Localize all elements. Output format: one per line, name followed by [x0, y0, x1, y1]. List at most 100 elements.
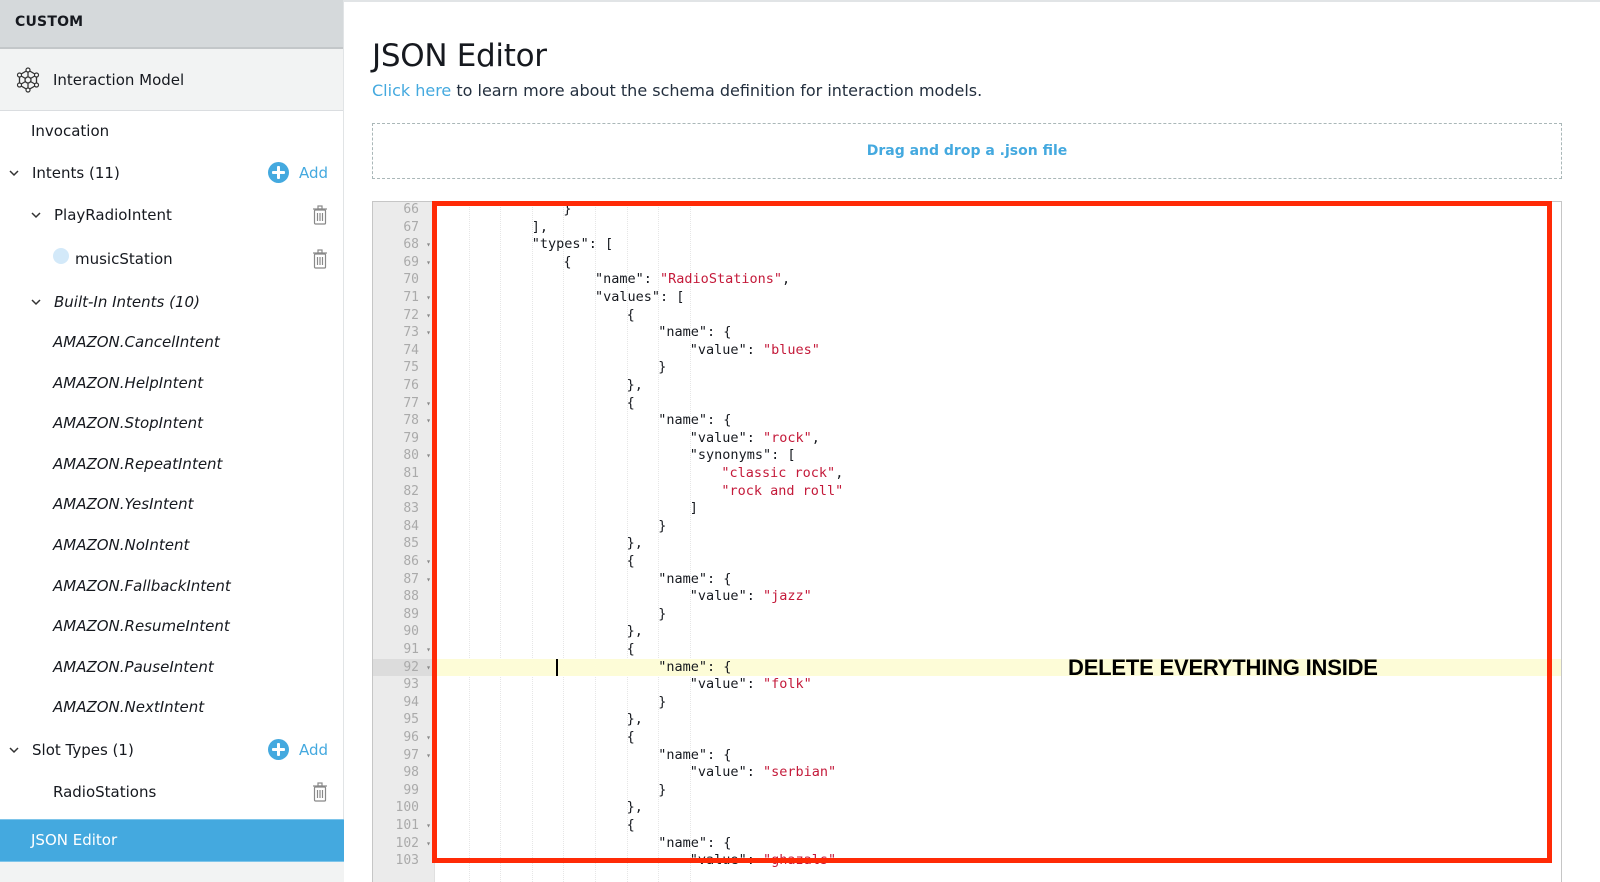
code-token-key: "name" [658, 746, 707, 763]
code-line-content: } [658, 359, 666, 377]
sidebar-item-builtin-intent[interactable]: AMAZON.HelpIntent [0, 372, 344, 394]
fold-toggle-icon[interactable]: ▾ [426, 412, 431, 430]
code-line[interactable]: "name": { [435, 412, 1561, 430]
code-line[interactable]: } [435, 202, 1561, 219]
sidebar-item-builtin-intent[interactable]: AMAZON.FallbackIntent [0, 575, 344, 597]
code-line[interactable]: }, [435, 711, 1561, 729]
fold-toggle-icon[interactable]: ▾ [426, 641, 431, 659]
code-line-content: }, [627, 623, 643, 641]
chevron-down-icon[interactable] [30, 296, 42, 308]
sidebar-item-builtin-intent[interactable]: AMAZON.NextIntent [0, 696, 344, 718]
sidebar-item-json-editor[interactable]: JSON Editor [0, 819, 344, 862]
sidebar-item-builtin-intent[interactable]: AMAZON.RepeatIntent [0, 453, 344, 475]
sidebar-item-builtin-intent[interactable]: AMAZON.NoIntent [0, 534, 344, 556]
code-line[interactable]: }, [435, 535, 1561, 553]
code-line[interactable]: } [435, 518, 1561, 536]
code-line[interactable]: "name": { [435, 571, 1561, 589]
code-line[interactable]: { [435, 641, 1561, 659]
code-line[interactable]: "value": "rock", [435, 430, 1561, 448]
sidebar-item-builtin-intent[interactable]: AMAZON.StopIntent [0, 412, 344, 434]
code-line[interactable]: { [435, 817, 1561, 835]
code-line[interactable]: { [435, 553, 1561, 571]
fold-toggle-icon[interactable]: ▾ [426, 817, 431, 835]
code-line[interactable]: ] [435, 500, 1561, 518]
fold-toggle-icon[interactable]: ▾ [426, 729, 431, 747]
line-number: 102 ▾ [373, 835, 435, 853]
code-line[interactable]: "rock and roll" [435, 483, 1561, 501]
code-line[interactable]: ], [435, 219, 1561, 237]
trash-icon[interactable] [312, 205, 328, 225]
fold-toggle-icon[interactable]: ▾ [426, 447, 431, 465]
code-area[interactable]: }], "types": [{"name": "RadioStations", "v… [435, 202, 1561, 882]
line-number: 97 ▾ [373, 747, 435, 765]
code-line[interactable]: "name": { [435, 835, 1561, 853]
code-line[interactable]: "value": "blues" [435, 342, 1561, 360]
fold-toggle-icon[interactable]: ▾ [426, 835, 431, 853]
code-line[interactable]: { [435, 729, 1561, 747]
json-dropzone[interactable]: Drag and drop a .json file [372, 123, 1562, 179]
code-line[interactable]: "value": "folk" [435, 676, 1561, 694]
sidebar-item-slot-types[interactable]: Slot Types (1) Add [0, 739, 344, 761]
code-line[interactable]: { [435, 395, 1561, 413]
code-line[interactable]: "values": [ [435, 289, 1561, 307]
fold-toggle-icon[interactable]: ▾ [426, 307, 431, 325]
schema-link[interactable]: Click here [372, 81, 451, 100]
line-number-text: 80 [403, 448, 419, 464]
add-slot-type-button[interactable]: Add [268, 739, 328, 760]
sidebar-item-builtin-intent[interactable]: AMAZON.PauseIntent [0, 656, 344, 678]
fold-toggle-icon[interactable]: ▾ [426, 236, 431, 254]
trash-icon[interactable] [312, 782, 328, 802]
code-line[interactable]: "value": "ghazals" [435, 852, 1561, 870]
code-line[interactable]: "value": "serbian" [435, 764, 1561, 782]
code-line-content: } [563, 202, 571, 219]
json-code-editor[interactable]: 66 67 68 ▾ 69 ▾ 70 71 ▾ 72 ▾ 73 ▾ 74 75 76 77 ▾ 78 ▾ 79 80 ▾ 81… [372, 201, 1562, 882]
text-cursor [556, 658, 558, 676]
fold-toggle-icon[interactable]: ▾ [426, 747, 431, 765]
code-line[interactable]: }, [435, 799, 1561, 817]
code-line[interactable]: } [435, 694, 1561, 712]
fold-toggle-icon[interactable]: ▾ [426, 395, 431, 413]
code-line[interactable]: } [435, 782, 1561, 800]
sidebar-item-builtin-intent[interactable]: AMAZON.YesIntent [0, 493, 344, 515]
trash-icon[interactable] [312, 249, 328, 269]
code-line[interactable]: }, [435, 377, 1561, 395]
fold-toggle-icon[interactable]: ▾ [426, 324, 431, 342]
code-line[interactable]: } [435, 359, 1561, 377]
sidebar-item-builtin-intent[interactable]: AMAZON.ResumeIntent [0, 615, 344, 637]
line-number-text: 97 [403, 747, 419, 763]
chevron-down-icon[interactable] [8, 167, 20, 179]
code-line[interactable]: "synonyms": [ [435, 447, 1561, 465]
add-intent-button[interactable]: Add [268, 162, 328, 183]
fold-toggle-icon[interactable]: ▾ [426, 553, 431, 571]
chevron-down-icon[interactable] [8, 744, 20, 756]
line-number: 85 [373, 535, 435, 553]
fold-toggle-icon[interactable]: ▾ [426, 289, 431, 307]
sidebar-section-header: CUSTOM [0, 0, 343, 49]
sidebar-item-radio-stations[interactable]: RadioStations [0, 781, 344, 803]
code-line[interactable]: { [435, 307, 1561, 325]
line-number: 70 [373, 271, 435, 289]
fold-toggle-icon[interactable]: ▾ [426, 254, 431, 272]
sidebar-item-invocation[interactable]: Invocation [0, 121, 344, 141]
chevron-down-icon[interactable] [30, 209, 42, 221]
code-line[interactable]: { [435, 254, 1561, 272]
sidebar-item-slot-music-station[interactable]: musicStation [0, 248, 344, 270]
sidebar-item-intents[interactable]: Intents (11) Add [0, 162, 344, 184]
sidebar-item-play-radio-intent[interactable]: PlayRadioIntent [0, 204, 344, 226]
sidebar-item-builtin-intents[interactable]: Built-In Intents (10) [0, 291, 344, 313]
code-line[interactable]: "value": "jazz" [435, 588, 1561, 606]
code-token-key: "name" [658, 570, 707, 587]
code-line[interactable]: "name": { [435, 324, 1561, 342]
code-line[interactable]: "name": "RadioStations", [435, 271, 1561, 289]
code-line[interactable]: "name": { [435, 747, 1561, 765]
fold-toggle-icon[interactable]: ▾ [426, 571, 431, 589]
sidebar-item-interaction-model[interactable]: Interaction Model [0, 49, 343, 111]
code-line[interactable]: "classic rock", [435, 465, 1561, 483]
fold-toggle-icon[interactable]: ▾ [426, 659, 431, 677]
code-line[interactable]: "name": { [435, 658, 1561, 677]
sidebar-footer [0, 862, 344, 882]
code-line[interactable]: } [435, 606, 1561, 624]
sidebar-item-builtin-intent[interactable]: AMAZON.CancelIntent [0, 331, 344, 353]
code-line[interactable]: "types": [ [435, 236, 1561, 254]
code-line[interactable]: }, [435, 623, 1561, 641]
